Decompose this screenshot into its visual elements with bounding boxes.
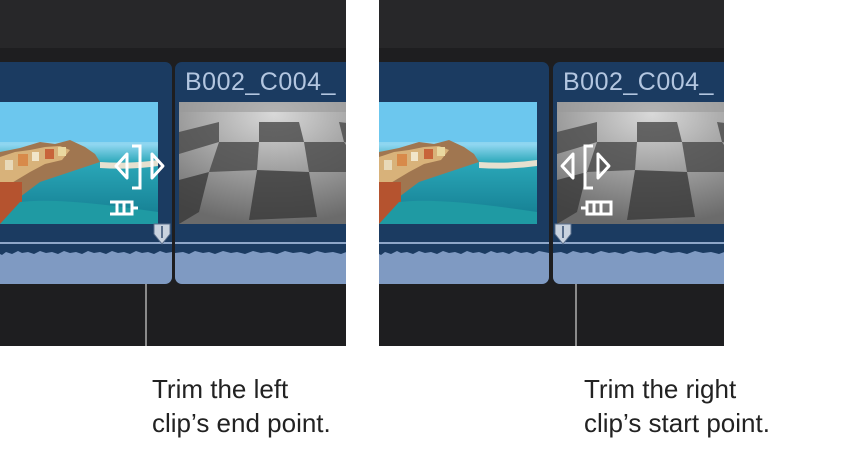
- right-clip-waveform: [553, 240, 724, 284]
- right-clip-waveform: [175, 240, 346, 284]
- left-clip[interactable]: [379, 62, 549, 284]
- clip-name: B002_C004_: [563, 68, 714, 96]
- left-clip-waveform: [0, 240, 172, 284]
- right-callout: Trim the right clip’s start point.: [584, 372, 844, 440]
- timeline-panel-left: B002_C004_: [0, 0, 346, 346]
- callout-line: clip’s end point.: [152, 408, 331, 438]
- left-callout: Trim the left clip’s end point.: [152, 372, 412, 440]
- trim-start-cursor-icon: [560, 144, 613, 216]
- left-clip-waveform: [379, 240, 549, 284]
- trim-end-cursor-icon: [110, 144, 165, 216]
- callout-line: Trim the right: [584, 374, 737, 404]
- right-clip-thumbnail: [179, 102, 346, 224]
- callout-leader-line: [145, 284, 147, 346]
- marker-icon[interactable]: [152, 222, 172, 246]
- callout-line: clip’s start point.: [584, 408, 770, 438]
- clip-name: B002_C004_: [185, 68, 336, 96]
- timeline-panel-right: B002_C004_: [379, 0, 724, 346]
- left-clip-thumbnail: [379, 102, 537, 224]
- timeline-track-header: [0, 0, 346, 48]
- marker-icon[interactable]: [553, 222, 573, 246]
- timeline-track-header: [379, 0, 724, 48]
- right-clip[interactable]: B002_C004_: [175, 62, 346, 284]
- callout-leader-line: [575, 284, 577, 346]
- callout-line: Trim the left: [152, 374, 289, 404]
